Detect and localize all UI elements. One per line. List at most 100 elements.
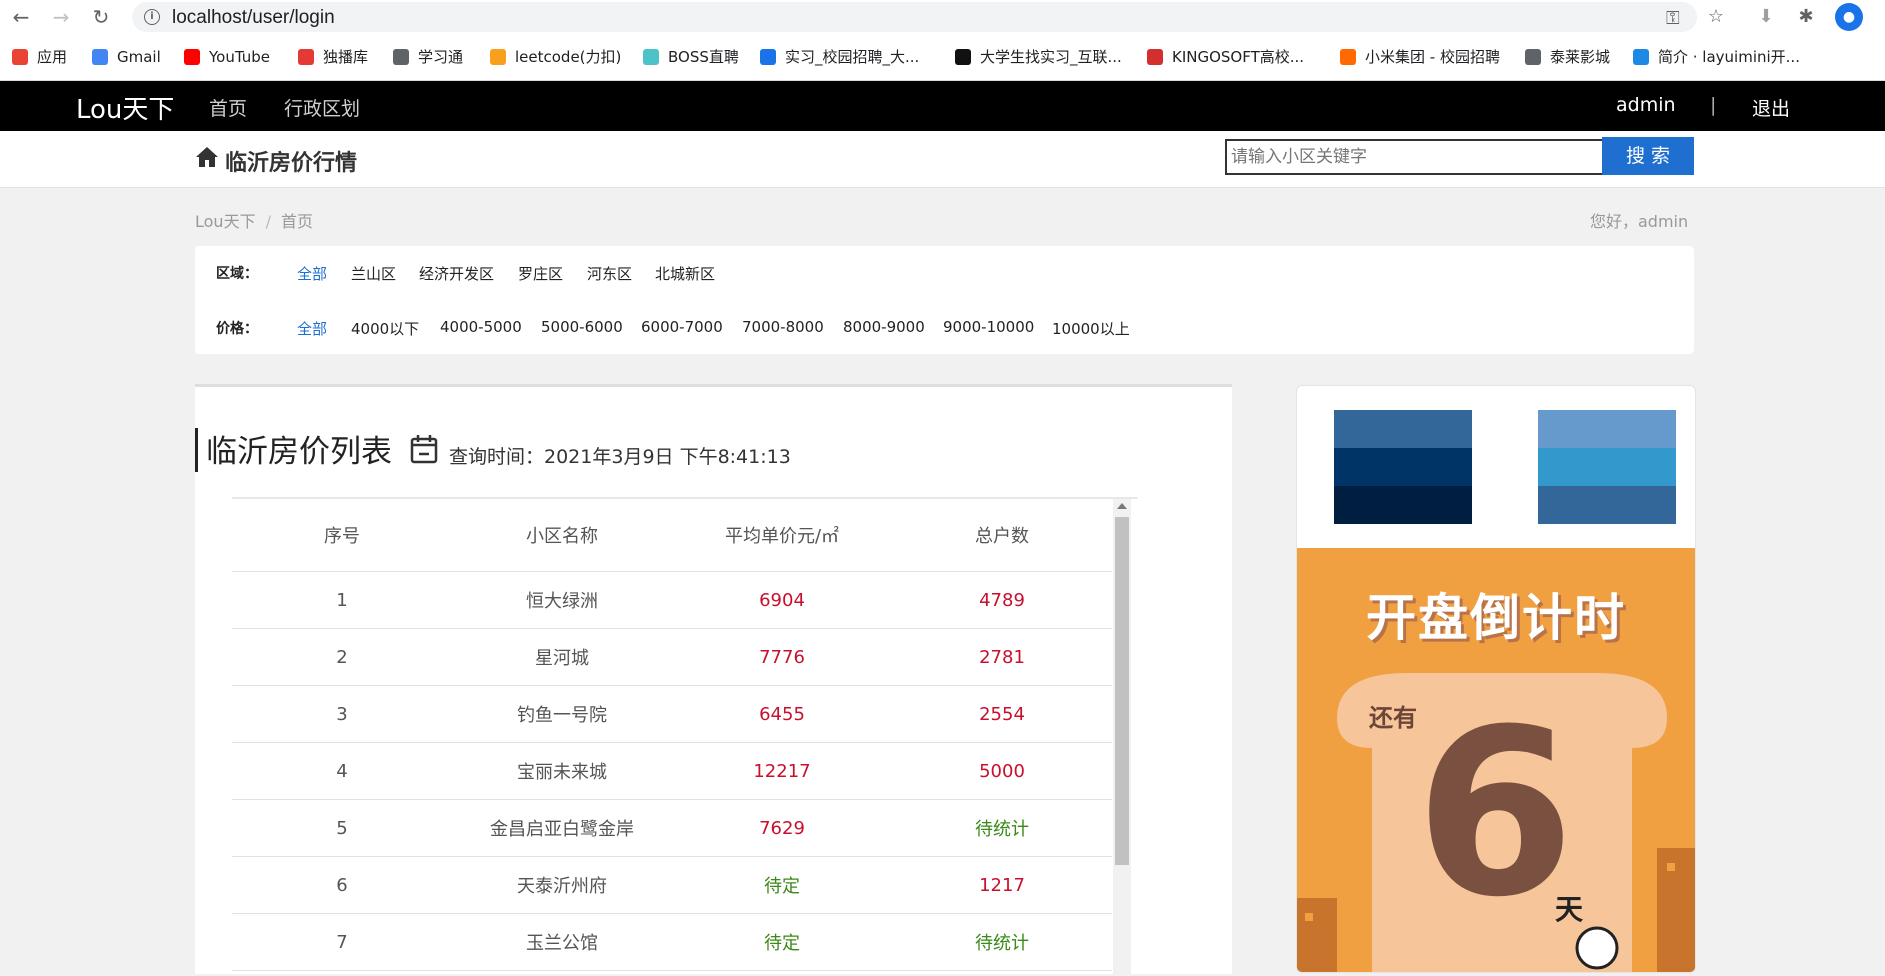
search-input[interactable] bbox=[1225, 139, 1607, 175]
column-header-name: 小区名称 bbox=[452, 499, 672, 572]
price-option-over-10000[interactable]: 10000以上 bbox=[1052, 318, 1130, 339]
poster-title: 开盘倒计时 bbox=[1366, 589, 1626, 647]
region-option-jingkai[interactable]: 经济开发区 bbox=[419, 263, 494, 284]
bookmark-item[interactable]: 小米集团 - 校园招聘 bbox=[1340, 46, 1500, 68]
bookmark-item[interactable]: BOSS直聘 bbox=[643, 46, 739, 68]
price-option-under-4000[interactable]: 4000以下 bbox=[351, 318, 419, 339]
profile-avatar[interactable]: ● bbox=[1835, 3, 1863, 31]
scrollbar-thumb[interactable] bbox=[1115, 517, 1129, 865]
key-icon[interactable]: ⚿ bbox=[1666, 8, 1680, 29]
nav-divider: | bbox=[1710, 94, 1717, 116]
bookmark-item[interactable]: leetcode(力扣) bbox=[490, 46, 621, 68]
table-row[interactable]: 3 钓鱼一号院 6455 2554 bbox=[232, 685, 1112, 743]
region-option-hedong[interactable]: 河东区 bbox=[587, 263, 632, 284]
region-option-all[interactable]: 全部 bbox=[297, 263, 327, 284]
bookmark-item[interactable]: 实习_校园招聘_大... bbox=[760, 46, 919, 68]
reload-icon[interactable]: ↻ bbox=[88, 4, 114, 30]
play-icon bbox=[298, 49, 314, 65]
nav-link-home[interactable]: 首页 bbox=[209, 94, 247, 121]
region-option-beicheng[interactable]: 北城新区 bbox=[655, 263, 715, 284]
ciweishixi-icon bbox=[955, 49, 971, 65]
table-row[interactable]: 6 天泰沂州府 待定 1217 bbox=[232, 856, 1112, 914]
table-row[interactable]: 4 宝丽未来城 12217 5000 bbox=[232, 742, 1112, 800]
back-icon[interactable]: ← bbox=[8, 4, 34, 30]
table-row[interactable]: 5 金昌启亚白鹭金岸 7629 待统计 bbox=[232, 799, 1112, 857]
color-swatch-right bbox=[1538, 410, 1676, 524]
extensions-icon[interactable]: ✱ bbox=[1793, 4, 1819, 30]
leetcode-icon bbox=[490, 49, 506, 65]
swatch-band bbox=[1538, 486, 1676, 524]
address-row: ← → ↻ i localhost/user/login ⚿ ☆ ⬇ ✱ ● bbox=[0, 0, 1885, 34]
bookmark-item[interactable]: 简介 · layuimini开... bbox=[1633, 46, 1800, 68]
bookmark-label: 应用 bbox=[37, 48, 68, 66]
price-filter-label: 价格： bbox=[216, 321, 258, 337]
cell-community-name: 宝丽未来城 bbox=[452, 742, 672, 800]
bookmark-item[interactable]: YouTube bbox=[184, 46, 270, 68]
brand-logo[interactable]: Lou天下 bbox=[76, 89, 174, 126]
bookmark-item[interactable]: 泰莱影城 bbox=[1525, 46, 1610, 68]
table-scrollbar[interactable] bbox=[1113, 499, 1131, 976]
bookmark-item[interactable]: 应用 bbox=[12, 46, 67, 68]
apps-grid-icon bbox=[12, 49, 28, 65]
search-button[interactable]: 搜 索 bbox=[1602, 137, 1694, 175]
nav-link-districts[interactable]: 行政区划 bbox=[284, 94, 360, 121]
site-info-icon[interactable]: i bbox=[144, 9, 160, 25]
url-text[interactable]: localhost/user/login bbox=[172, 7, 335, 29]
query-time-value: 2021年3月9日 下午8:41:13 bbox=[544, 446, 791, 468]
cell-index: 5 bbox=[232, 799, 452, 857]
color-swatch-left bbox=[1334, 410, 1472, 524]
price-list-card: 临沂房价列表 查询时间： 2021年3月9日 下午8:41:13 序号 小区名称… bbox=[195, 384, 1232, 976]
price-option-7000-8000[interactable]: 7000-8000 bbox=[742, 318, 824, 336]
cell-community-name: 玉兰公馆 bbox=[452, 913, 672, 971]
bookmark-star-icon[interactable]: ☆ bbox=[1703, 4, 1729, 30]
price-table-container[interactable]: 序号 小区名称 平均单价元/㎡ 总户数 1 恒大绿洲 6904 4789 2 星河城 777… bbox=[232, 497, 1138, 976]
site-navbar: Lou天下 首页 行政区划 admin | 退出 bbox=[0, 81, 1885, 131]
breadcrumb-item-root[interactable]: Lou天下 bbox=[195, 212, 256, 231]
logout-link[interactable]: 退出 bbox=[1752, 94, 1790, 121]
column-header-households: 总户数 bbox=[892, 499, 1112, 572]
cell-households: 待统计 bbox=[892, 799, 1112, 857]
price-option-4000-5000[interactable]: 4000-5000 bbox=[440, 318, 522, 336]
page-title: 临沂房价行情 bbox=[225, 151, 358, 176]
bookmark-item[interactable]: 大学生找实习_互联... bbox=[955, 46, 1122, 68]
breadcrumb-item-home[interactable]: 首页 bbox=[281, 212, 313, 231]
price-option-8000-9000[interactable]: 8000-9000 bbox=[843, 318, 925, 336]
price-option-9000-10000[interactable]: 9000-10000 bbox=[943, 318, 1034, 336]
swatch-band bbox=[1334, 448, 1472, 486]
cell-households: 1217 bbox=[892, 856, 1112, 914]
bookmark-item[interactable]: Gmail bbox=[92, 46, 161, 68]
promo-poster[interactable]: 开盘倒计时 还有 6 天 bbox=[1297, 548, 1695, 972]
cell-community-name: 钓鱼一号院 bbox=[452, 685, 672, 743]
table-row[interactable]: 1 恒大绿洲 6904 4789 bbox=[232, 571, 1112, 629]
cell-avg-price: 待定 bbox=[672, 913, 892, 971]
user-greeting: 您好，admin bbox=[1590, 212, 1689, 231]
price-option-all[interactable]: 全部 bbox=[297, 318, 327, 339]
region-option-luozhuang[interactable]: 罗庄区 bbox=[518, 263, 563, 284]
cell-households: 5000 bbox=[892, 742, 1112, 800]
address-bar[interactable]: i localhost/user/login ⚿ bbox=[132, 2, 1697, 32]
bookmark-item[interactable]: 独播库 bbox=[298, 46, 368, 68]
price-table: 序号 小区名称 平均单价元/㎡ 总户数 1 恒大绿洲 6904 4789 2 星河城 777… bbox=[232, 499, 1112, 971]
nav-user[interactable]: admin bbox=[1616, 94, 1676, 116]
price-option-6000-7000[interactable]: 6000-7000 bbox=[641, 318, 723, 336]
scroll-up-icon[interactable] bbox=[1117, 503, 1127, 509]
bookmark-item[interactable]: 学习通 bbox=[393, 46, 463, 68]
bookmark-item[interactable]: KINGOSOFT高校... bbox=[1147, 46, 1304, 68]
swatch-band bbox=[1538, 448, 1676, 486]
price-option-5000-6000[interactable]: 5000-6000 bbox=[541, 318, 623, 336]
breadcrumb-separator: / bbox=[265, 212, 271, 231]
cell-avg-price: 6904 bbox=[672, 571, 892, 629]
cell-households: 4789 bbox=[892, 571, 1112, 629]
forward-icon[interactable]: → bbox=[48, 4, 74, 30]
home-icon bbox=[196, 147, 218, 167]
poster-prefix: 还有 bbox=[1369, 704, 1417, 732]
table-row[interactable]: 2 星河城 7776 2781 bbox=[232, 628, 1112, 686]
google-icon bbox=[92, 49, 108, 65]
poster-countdown-number: 6 bbox=[1415, 681, 1576, 948]
download-icon[interactable]: ⬇ bbox=[1753, 4, 1779, 30]
cell-community-name: 天泰沂州府 bbox=[452, 856, 672, 914]
youtube-icon bbox=[184, 49, 200, 65]
bookmarks-bar: 应用 Gmail YouTube 独播库 学习通 leetcode(力扣) BOSS直聘 实习… bbox=[0, 42, 1885, 72]
region-option-lanshan[interactable]: 兰山区 bbox=[351, 263, 396, 284]
table-row[interactable]: 7 玉兰公馆 待定 待统计 bbox=[232, 913, 1112, 971]
